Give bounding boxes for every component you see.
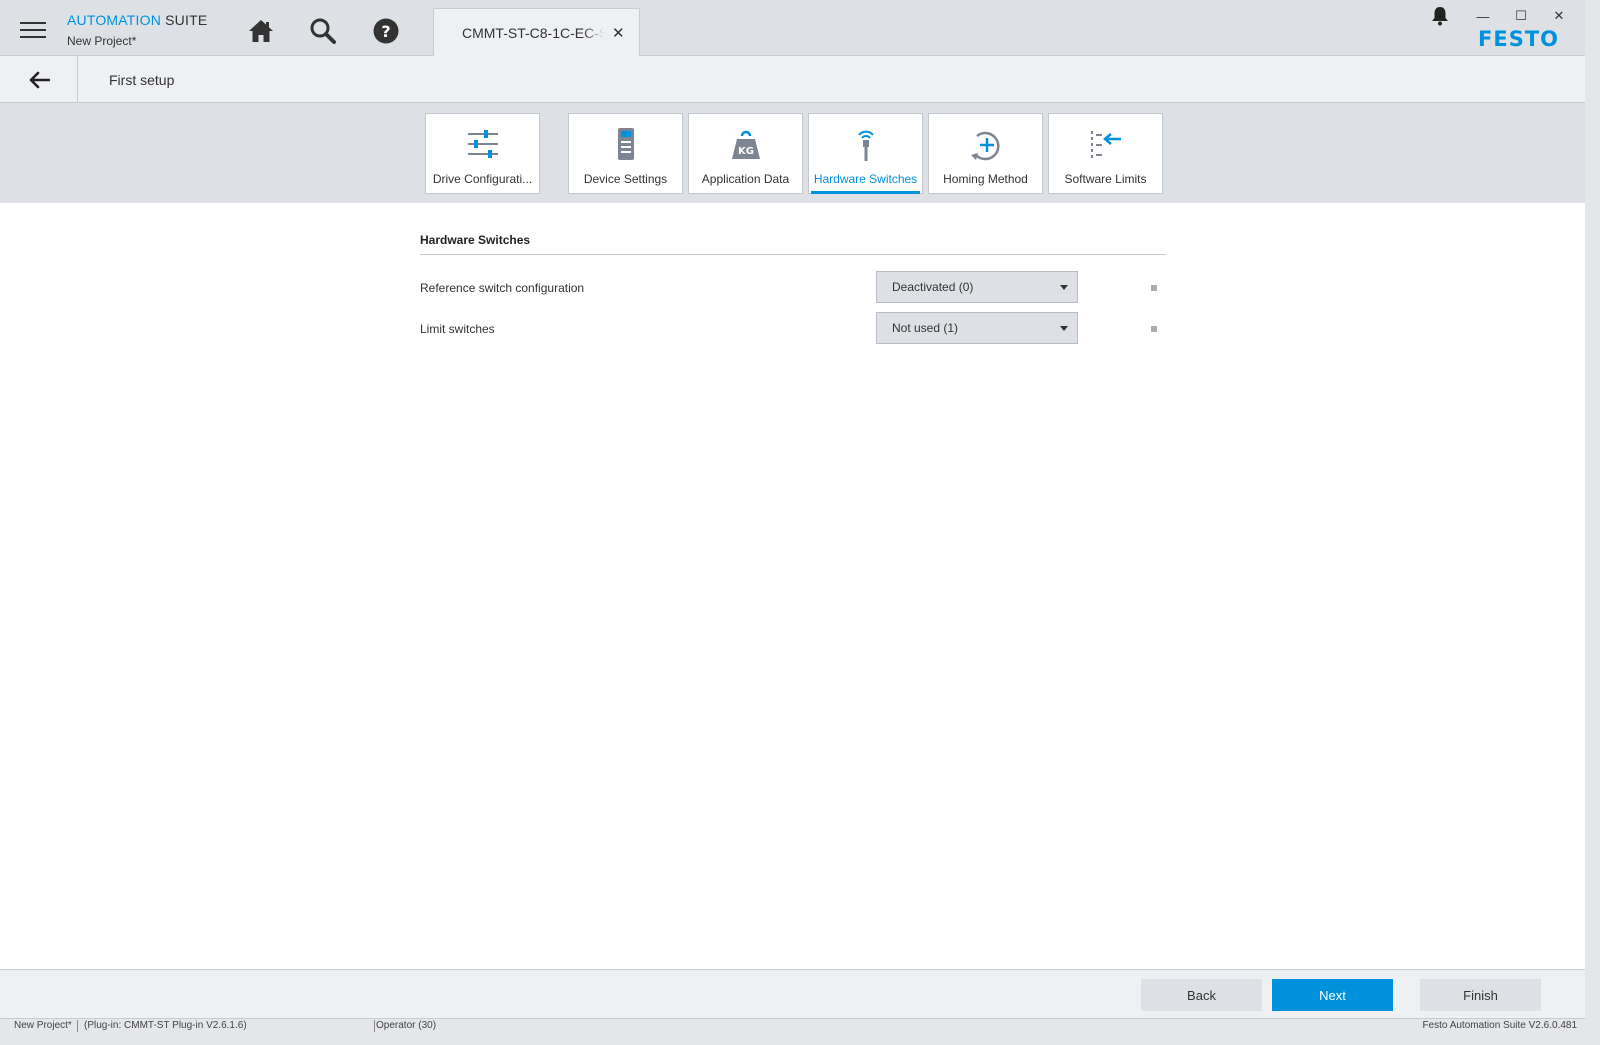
switch-sensor-icon bbox=[857, 130, 874, 161]
breadcrumb-bar: First setup bbox=[0, 56, 1585, 103]
step-label: Drive Configurati... bbox=[432, 172, 533, 186]
document-tab-title: CMMT-ST-C8-1C-EC-S bbox=[462, 25, 604, 41]
step-label: Hardware Switches bbox=[813, 172, 918, 186]
status-bar: New Project* (Plug-in: CMMT-ST Plug-in V… bbox=[0, 1018, 1585, 1033]
menu-icon[interactable] bbox=[20, 22, 46, 38]
caret-down-icon bbox=[1060, 285, 1068, 290]
brand-suite: SUITE bbox=[165, 12, 208, 28]
status-project: New Project* bbox=[14, 1020, 72, 1031]
reference-switch-label: Reference switch configuration bbox=[420, 281, 585, 295]
step-device-settings[interactable]: Device Settings bbox=[568, 113, 683, 194]
status-indicator-dot bbox=[1151, 326, 1157, 332]
step-software-limits[interactable]: Software Limits bbox=[1048, 113, 1163, 194]
step-hardware-switches[interactable]: Hardware Switches bbox=[808, 113, 923, 194]
notification-bell-icon[interactable] bbox=[1431, 6, 1451, 28]
document-tab[interactable]: CMMT-ST-C8-1C-EC-S ✕ bbox=[433, 8, 640, 57]
status-separator bbox=[77, 1020, 78, 1032]
svg-text:KG: KG bbox=[738, 146, 754, 157]
close-tab-icon[interactable]: ✕ bbox=[612, 24, 625, 42]
wizard-footer: Back Next Finish bbox=[0, 969, 1585, 1018]
section-divider bbox=[420, 254, 1166, 255]
step-tabs: Drive Configurati... Device Settings KG … bbox=[0, 103, 1585, 203]
window-close-icon[interactable]: ✕ bbox=[1549, 6, 1569, 26]
brand-automation: AUTOMATION bbox=[67, 12, 162, 28]
app-brand: AUTOMATION SUITE bbox=[67, 12, 207, 28]
step-homing-method[interactable]: Homing Method bbox=[928, 113, 1043, 194]
maximize-icon[interactable]: ☐ bbox=[1511, 6, 1531, 26]
step-application-data[interactable]: KG Application Data bbox=[688, 113, 803, 194]
status-indicator-dot bbox=[1151, 285, 1157, 291]
title-bar: AUTOMATION SUITE New Project* ? CMMT-ST-… bbox=[0, 0, 1585, 57]
app-window: AUTOMATION SUITE New Project* ? CMMT-ST-… bbox=[0, 0, 1585, 1033]
dropdown-value: Deactivated (0) bbox=[892, 280, 974, 294]
back-button[interactable]: Back bbox=[1141, 979, 1262, 1011]
weight-kg-icon: KG bbox=[731, 130, 760, 159]
status-separator bbox=[374, 1020, 375, 1032]
homing-icon bbox=[970, 131, 1000, 161]
finish-button[interactable]: Finish bbox=[1420, 979, 1541, 1011]
festo-logo: FESTO bbox=[1478, 27, 1559, 51]
step-label: Device Settings bbox=[583, 172, 668, 186]
dropdown-value: Not used (1) bbox=[892, 321, 959, 335]
sliders-icon bbox=[467, 130, 498, 158]
step-label: Application Data bbox=[701, 172, 790, 186]
search-icon[interactable] bbox=[308, 16, 338, 46]
svg-text:?: ? bbox=[381, 22, 390, 41]
software-limits-icon bbox=[1090, 131, 1121, 159]
section-title: Hardware Switches bbox=[420, 233, 531, 247]
status-role: Operator (30) bbox=[376, 1020, 437, 1031]
step-label: Homing Method bbox=[943, 172, 1028, 186]
step-label: Software Limits bbox=[1064, 172, 1147, 186]
reference-switch-dropdown[interactable]: Deactivated (0) bbox=[876, 271, 1078, 303]
minimize-icon[interactable]: — bbox=[1473, 6, 1493, 26]
home-icon[interactable] bbox=[246, 16, 276, 46]
caret-down-icon bbox=[1060, 326, 1068, 331]
step-drive-configuration[interactable]: Drive Configurati... bbox=[425, 113, 540, 194]
main-content: Hardware Switches Reference switch confi… bbox=[0, 203, 1585, 969]
status-plugin: (Plug-in: CMMT-ST Plug-in V2.6.1.6) bbox=[84, 1020, 247, 1031]
help-icon[interactable]: ? bbox=[371, 16, 401, 46]
limit-switches-label: Limit switches bbox=[420, 322, 495, 336]
back-arrow-icon[interactable] bbox=[0, 56, 78, 103]
project-name: New Project* bbox=[67, 34, 137, 48]
next-button[interactable]: Next bbox=[1272, 979, 1393, 1011]
page-title: First setup bbox=[109, 72, 175, 88]
device-icon bbox=[617, 128, 634, 160]
status-version: Festo Automation Suite V2.6.0.481 bbox=[1422, 1020, 1577, 1031]
limit-switches-dropdown[interactable]: Not used (1) bbox=[876, 312, 1078, 344]
